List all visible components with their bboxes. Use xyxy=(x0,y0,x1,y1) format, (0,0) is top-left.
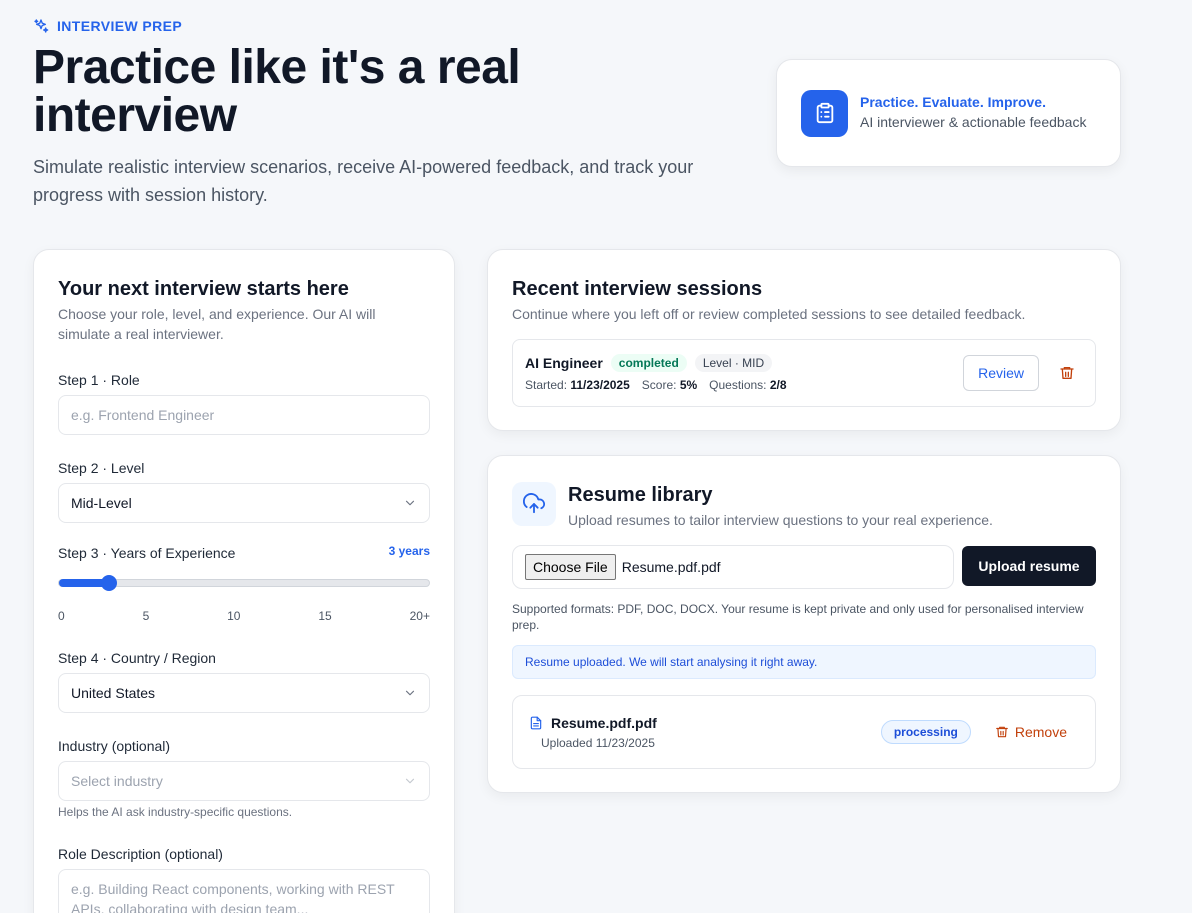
role-placeholder: e.g. Frontend Engineer xyxy=(71,407,215,423)
remove-resume-button[interactable]: Remove xyxy=(995,724,1067,740)
eyebrow-text: INTERVIEW PREP xyxy=(57,18,183,34)
clipboard-icon xyxy=(816,102,833,124)
setup-title: Your next interview starts here xyxy=(58,278,349,300)
resume-upload-date: Uploaded 11/23/2025 xyxy=(541,735,655,750)
tick-label: 5 xyxy=(142,609,150,623)
sparkles-icon xyxy=(34,19,49,33)
slider-ticks: 0 5 10 15 20+ xyxy=(58,609,430,623)
chevron-down-icon xyxy=(405,500,415,506)
role-description-input[interactable]: e.g. Building React components, working … xyxy=(58,869,430,913)
level-select[interactable]: Mid-Level xyxy=(58,483,430,523)
years-label: Step 3 · Years of Experience xyxy=(58,545,236,561)
industry-label: Industry (optional) xyxy=(58,738,171,754)
review-button[interactable]: Review xyxy=(963,355,1039,391)
tick-label: 20+ xyxy=(409,609,430,623)
session-row: AI Engineer completed Level · MID Starte… xyxy=(512,339,1096,407)
page-title: Practice like it's a real interview xyxy=(33,41,521,142)
delete-session-button[interactable] xyxy=(1051,357,1083,389)
sessions-title: Recent interview sessions xyxy=(512,278,763,300)
upload-resume-button[interactable]: Upload resume xyxy=(962,546,1096,586)
country-label: Step 4 · Country / Region xyxy=(58,650,216,666)
page-subtitle: Simulate realistic interview scenarios, … xyxy=(33,157,694,205)
promo-icon-box xyxy=(801,89,848,137)
questions-label: Questions: xyxy=(709,378,767,392)
cloud-upload-icon xyxy=(523,493,545,514)
industry-placeholder: Select industry xyxy=(71,773,163,789)
level-label: Step 2 · Level xyxy=(58,460,145,476)
chevron-down-icon xyxy=(405,690,415,696)
role-label: Step 1 · Role xyxy=(58,372,140,388)
upload-alert: Resume uploaded. We will start analysing… xyxy=(512,645,1096,679)
score-label: Score: xyxy=(641,378,677,392)
supported-formats: Supported formats: PDF, DOC, DOCX. Your … xyxy=(512,602,1084,632)
tick-label: 0 xyxy=(58,609,65,623)
score-value: 5% xyxy=(679,378,698,392)
upload-icon-box xyxy=(512,482,556,526)
resume-file-input[interactable]: Choose File Resume.pdf.pdf xyxy=(512,545,954,589)
sessions-card: Recent interview sessions Continue where… xyxy=(487,249,1121,431)
chevron-down-icon xyxy=(405,778,415,784)
session-meta: Started: 11/23/2025 Score: 5% Questions:… xyxy=(525,378,963,392)
sessions-desc: Continue where you left off or review co… xyxy=(512,306,1026,322)
questions-value: 2/8 xyxy=(769,378,787,392)
level-value: Mid-Level xyxy=(71,495,132,511)
promo-text: AI interviewer & actionable feedback xyxy=(860,114,1087,130)
tick-label: 10 xyxy=(227,609,241,623)
session-role: AI Engineer xyxy=(525,355,603,371)
started-label: Started: xyxy=(525,378,568,392)
promo-card: Practice. Evaluate. Improve. AI intervie… xyxy=(776,59,1121,167)
started-value: 11/23/2025 xyxy=(570,378,630,392)
industry-select[interactable]: Select industry xyxy=(58,761,430,801)
setup-desc: Choose your role, level, and experience.… xyxy=(58,306,376,342)
resume-library-card: Resume library Upload resumes to tailor … xyxy=(487,455,1121,793)
years-value: 3 years xyxy=(388,544,430,558)
resume-file-row: Resume.pdf.pdf Uploaded 11/23/2025 proce… xyxy=(512,695,1096,769)
country-select[interactable]: United States xyxy=(58,673,430,713)
role-description-label: Role Description (optional) xyxy=(58,846,223,862)
processing-badge: processing xyxy=(880,720,971,744)
resume-title: Resume library xyxy=(568,484,713,506)
file-text-icon xyxy=(530,716,542,729)
promo-title: Practice. Evaluate. Improve. xyxy=(860,94,1046,110)
years-slider[interactable] xyxy=(58,575,430,591)
slider-thumb[interactable] xyxy=(100,575,117,591)
resume-desc: Upload resumes to tailor interview quest… xyxy=(568,512,993,528)
remove-label: Remove xyxy=(1014,724,1067,740)
chosen-file-name: Resume.pdf.pdf xyxy=(621,559,721,575)
resume-file-name: Resume.pdf.pdf xyxy=(551,714,657,731)
role-input[interactable]: e.g. Frontend Engineer xyxy=(58,395,430,435)
interview-setup-card: Your next interview starts here Choose y… xyxy=(33,249,455,913)
tick-label: 15 xyxy=(318,609,332,623)
trash-icon xyxy=(996,726,1008,738)
role-description-placeholder: e.g. Building React components, working … xyxy=(71,881,395,913)
eyebrow: INTERVIEW PREP xyxy=(33,18,182,34)
industry-helper: Helps the AI ask industry-specific quest… xyxy=(58,805,293,819)
status-badge: completed xyxy=(610,354,687,372)
choose-file-button[interactable]: Choose File xyxy=(525,554,616,580)
level-badge: Level · MID xyxy=(694,354,773,372)
trash-icon xyxy=(1060,367,1074,379)
country-value: United States xyxy=(71,685,156,701)
